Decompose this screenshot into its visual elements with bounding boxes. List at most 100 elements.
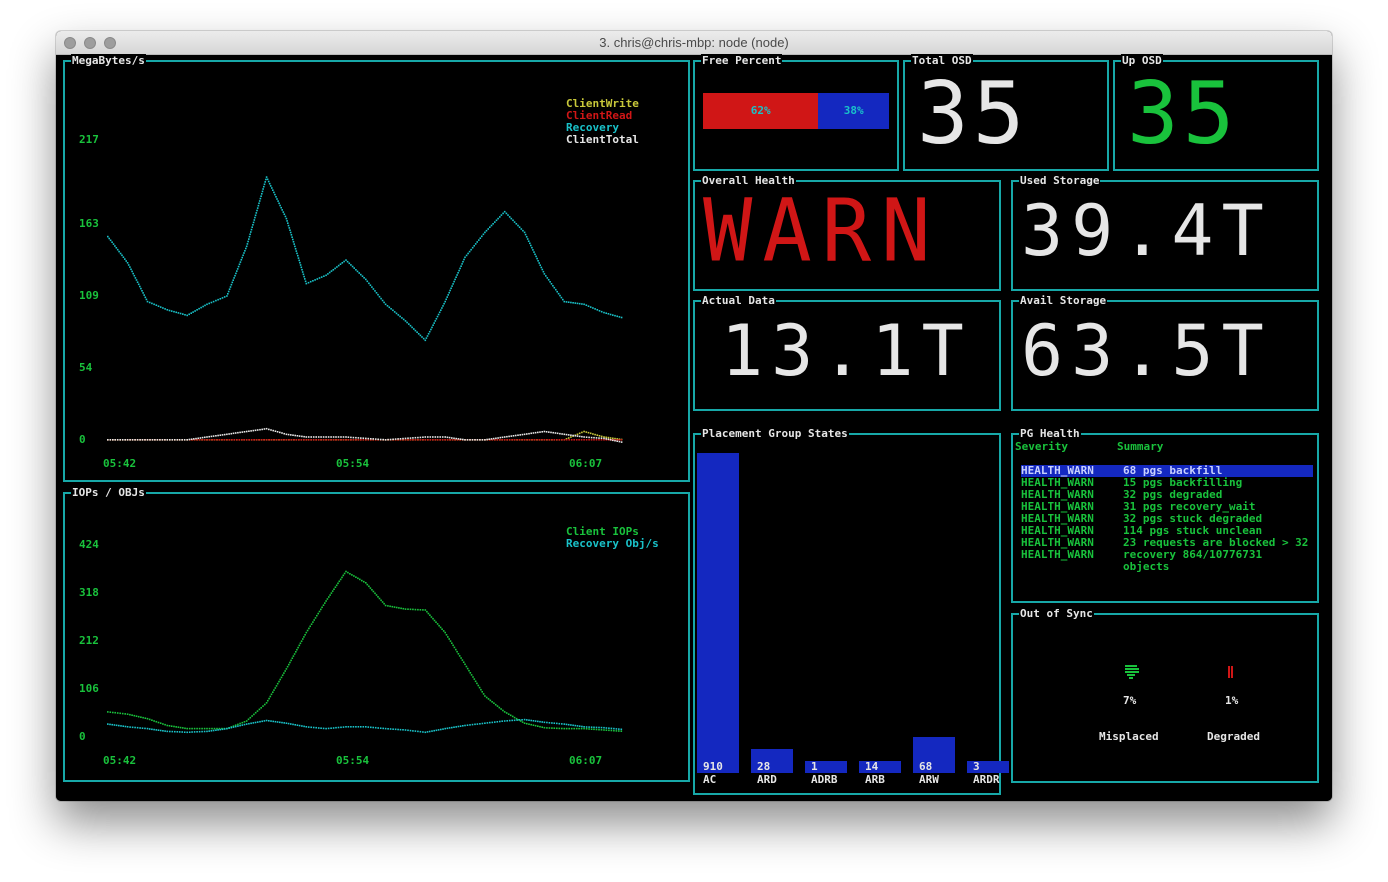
data-point xyxy=(241,439,243,441)
data-point xyxy=(212,729,215,732)
data-point xyxy=(610,729,613,732)
data-point xyxy=(578,302,581,305)
data-point xyxy=(468,250,471,253)
data-point xyxy=(409,437,412,439)
data-point xyxy=(587,305,590,307)
data-point xyxy=(367,726,370,728)
data-point xyxy=(116,712,119,714)
data-point xyxy=(136,281,139,283)
data-point xyxy=(595,728,598,731)
data-point xyxy=(455,648,457,651)
out-of-sync-panel: Out of Sync 7% Misplaced 1% Degraded xyxy=(1011,607,1319,783)
data-point xyxy=(612,314,614,316)
data-point xyxy=(365,437,367,440)
data-point xyxy=(363,277,365,279)
data-point xyxy=(231,439,233,441)
data-point xyxy=(283,722,285,724)
data-point xyxy=(377,596,379,598)
data-point xyxy=(531,246,533,249)
data-point xyxy=(580,439,583,441)
data-point xyxy=(509,714,512,717)
data-point xyxy=(383,602,385,605)
data-point xyxy=(258,439,260,441)
data-point xyxy=(356,270,359,273)
data-point xyxy=(178,731,181,733)
data-point xyxy=(493,702,495,704)
data-point xyxy=(616,315,618,318)
data-point xyxy=(151,439,154,441)
data-point xyxy=(259,428,261,431)
data-point xyxy=(446,439,449,441)
free-percent-bar: 62% 38% xyxy=(703,93,889,129)
data-point xyxy=(546,721,548,724)
data-point xyxy=(301,271,304,273)
data-point xyxy=(581,431,583,434)
data-point xyxy=(372,726,374,729)
data-point xyxy=(262,188,264,190)
data-point xyxy=(273,439,275,441)
data-point xyxy=(243,252,245,254)
data-point xyxy=(409,729,412,732)
data-point xyxy=(419,609,422,611)
data-point xyxy=(290,234,293,236)
data-point xyxy=(442,630,445,632)
data-point xyxy=(466,724,469,726)
data-point xyxy=(250,231,252,233)
data-point xyxy=(246,243,249,245)
data-point xyxy=(561,433,563,435)
data-point xyxy=(215,299,217,302)
data-point xyxy=(258,708,261,711)
pg-health-row[interactable]: HEALTH_WARN recovery 864/10776731 objects xyxy=(1021,549,1313,573)
data-point xyxy=(598,439,600,441)
data-point xyxy=(179,726,182,729)
data-point xyxy=(269,185,272,187)
data-point xyxy=(238,263,241,266)
data-point xyxy=(441,439,444,441)
data-point xyxy=(301,725,303,727)
pg-bar: 68 xyxy=(913,737,955,773)
data-point xyxy=(563,300,566,303)
data-point xyxy=(280,676,283,679)
data-point xyxy=(256,710,259,712)
data-point xyxy=(620,728,623,731)
data-point xyxy=(272,189,274,191)
data-point xyxy=(107,723,109,725)
data-point xyxy=(479,723,481,725)
data-point xyxy=(414,608,417,611)
data-point xyxy=(481,439,484,441)
data-point xyxy=(107,235,109,238)
data-point xyxy=(245,245,248,248)
data-point xyxy=(288,439,290,441)
data-point xyxy=(380,599,382,602)
data-point xyxy=(135,279,138,281)
data-point xyxy=(186,439,188,441)
data-point xyxy=(297,257,300,259)
data-point xyxy=(526,238,529,240)
data-point xyxy=(307,436,310,438)
data-point xyxy=(404,320,407,322)
data-point xyxy=(166,309,169,311)
data-point xyxy=(436,315,439,318)
data-point xyxy=(603,437,605,440)
data-point xyxy=(237,725,239,727)
data-point xyxy=(132,272,134,275)
data-point xyxy=(372,288,375,290)
data-point xyxy=(518,226,521,228)
data-point xyxy=(532,720,535,722)
data-point xyxy=(537,720,539,723)
data-point xyxy=(603,439,605,441)
data-point xyxy=(243,431,246,433)
data-point xyxy=(527,240,530,242)
data-point xyxy=(495,219,498,222)
pg-bar: 910 xyxy=(697,453,739,773)
summary-header: Summary xyxy=(1117,440,1164,453)
data-point xyxy=(296,648,298,651)
data-point xyxy=(546,727,548,729)
data-point xyxy=(482,233,485,236)
data-point xyxy=(387,728,389,730)
data-point xyxy=(578,725,581,727)
data-point xyxy=(142,292,144,294)
data-point xyxy=(598,437,600,439)
data-point xyxy=(279,678,281,681)
data-point xyxy=(287,433,290,436)
